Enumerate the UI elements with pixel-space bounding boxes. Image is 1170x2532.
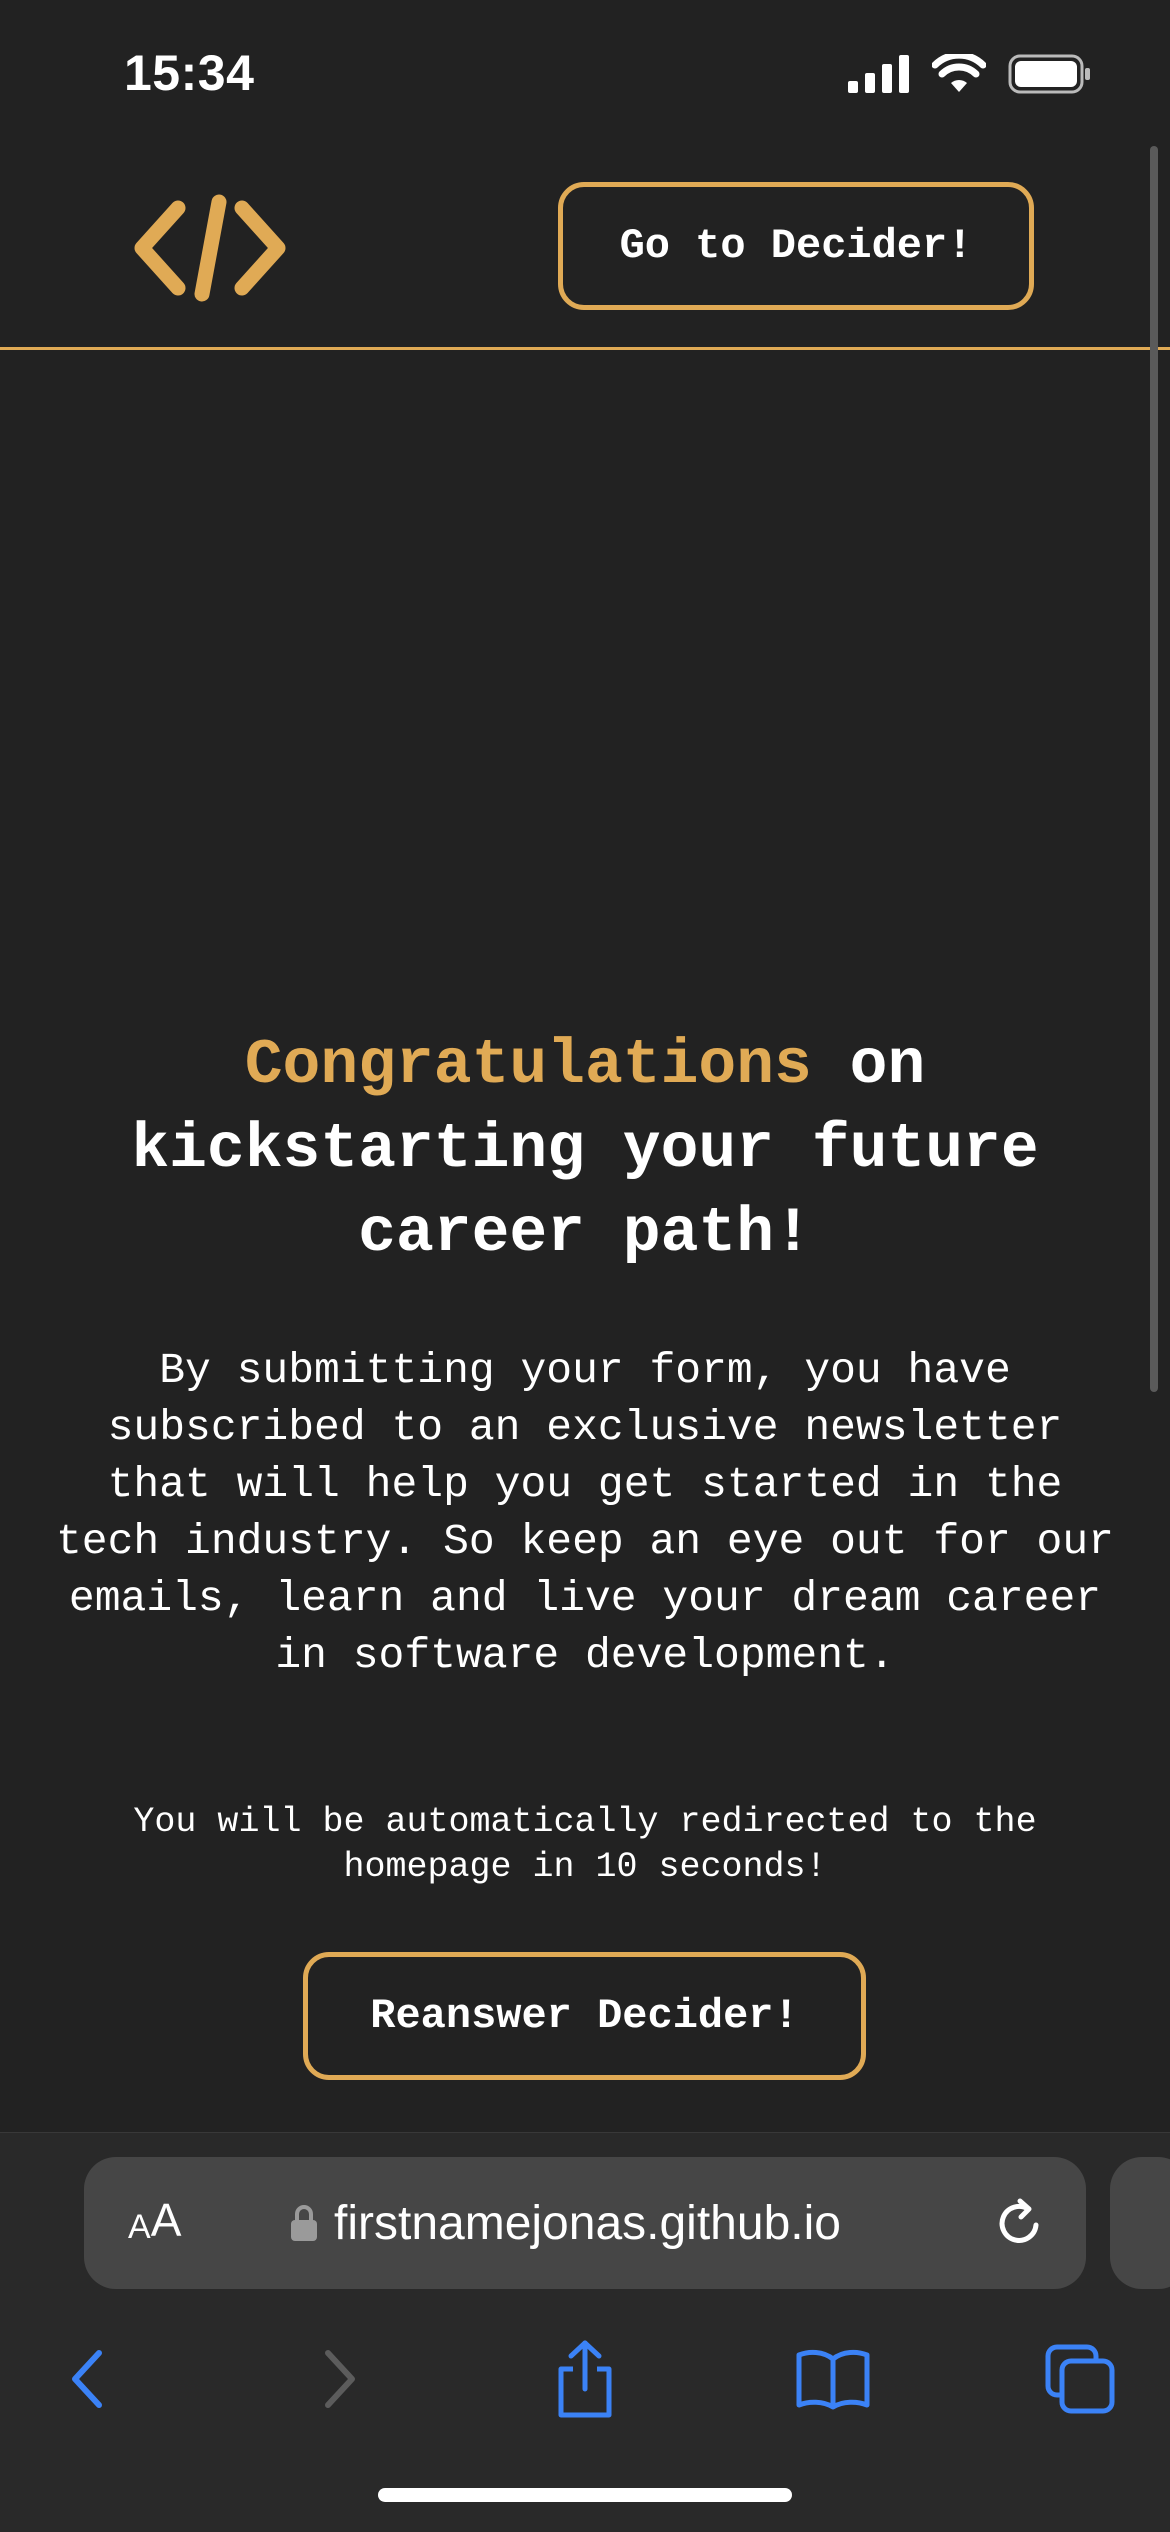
cellular-signal-icon bbox=[848, 55, 909, 93]
heading-accent: Congratulations bbox=[244, 1030, 812, 1101]
url-text: firstnamejonas.github.io bbox=[334, 2196, 841, 2250]
confirmation-message: By submitting your form, you have subscr… bbox=[56, 1346, 1114, 1680]
aa-large: A bbox=[150, 2194, 182, 2246]
status-icons bbox=[848, 54, 1092, 94]
go-to-decider-button[interactable]: Go to Decider! bbox=[558, 182, 1034, 310]
scroll-indicator[interactable] bbox=[1150, 146, 1158, 1392]
reanswer-decider-button[interactable]: Reanswer Decider! bbox=[303, 1952, 866, 2080]
tabs-icon[interactable] bbox=[1040, 2339, 1120, 2419]
status-time: 15:34 bbox=[124, 45, 255, 101]
url-display[interactable]: firstnamejonas.github.io bbox=[290, 2157, 841, 2289]
address-bar[interactable]: AA firstnamejonas.github.io bbox=[84, 2157, 1086, 2289]
battery-icon bbox=[1008, 54, 1090, 94]
browser-chrome: AA firstnamejonas.github.io bbox=[0, 2132, 1170, 2532]
status-bar: 15:34 bbox=[0, 0, 1170, 140]
code-brackets-icon[interactable] bbox=[134, 194, 286, 302]
share-icon[interactable] bbox=[545, 2339, 625, 2419]
site-header: Go to Decider! bbox=[0, 140, 1170, 350]
home-indicator[interactable] bbox=[378, 2488, 792, 2502]
bookmarks-icon[interactable] bbox=[793, 2339, 873, 2419]
wifi-icon bbox=[932, 54, 986, 92]
reload-icon[interactable] bbox=[994, 2197, 1046, 2249]
aa-small: A bbox=[128, 2208, 151, 2246]
reader-text-size-button[interactable]: AA bbox=[128, 2157, 181, 2289]
lock-icon bbox=[291, 2205, 317, 2241]
back-icon[interactable] bbox=[47, 2339, 127, 2419]
forward-icon bbox=[300, 2339, 380, 2419]
page-title: Congratulations on kickstarting your fut… bbox=[40, 1024, 1130, 1276]
browser-toolbar bbox=[0, 2313, 1170, 2433]
next-tab-address-bar[interactable] bbox=[1110, 2157, 1170, 2289]
redirect-notice: You will be automatically redirected to … bbox=[133, 1802, 1037, 1887]
